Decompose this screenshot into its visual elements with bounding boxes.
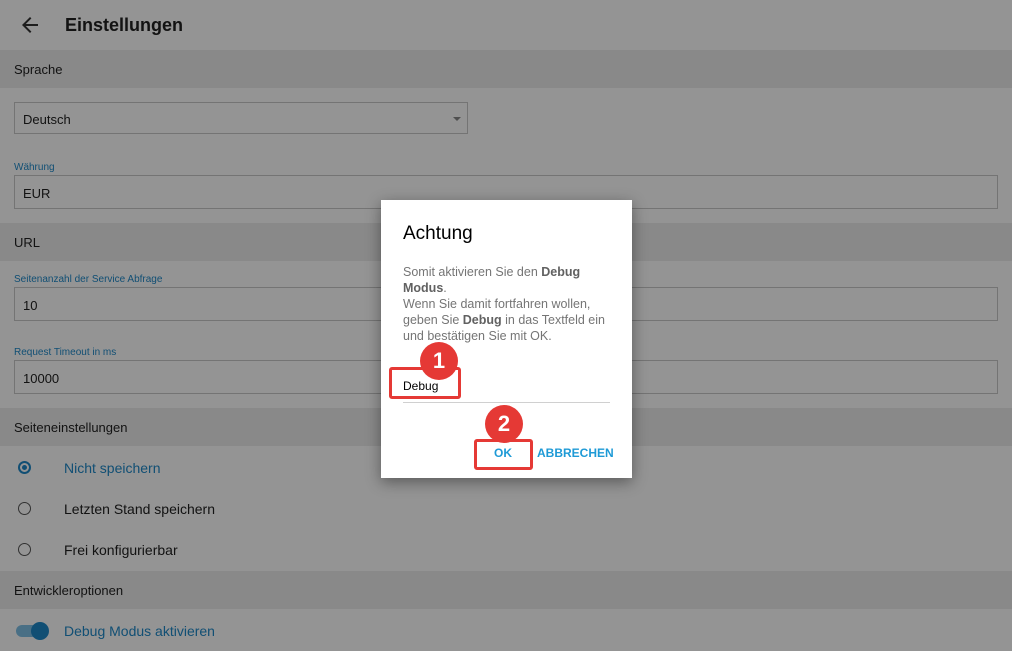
confirm-debug-dialog: Achtung Somit aktivieren Sie den Debug M…: [381, 200, 632, 478]
dialog-title: Achtung: [403, 223, 473, 244]
dialog-message: Somit aktivieren Sie den Debug Modus. Wen…: [403, 265, 605, 343]
ok-button[interactable]: OK: [494, 446, 512, 460]
step-badge-2: 2: [485, 405, 523, 443]
cancel-button[interactable]: ABBRECHEN: [537, 446, 614, 460]
step-badge-1: 1: [420, 342, 458, 380]
